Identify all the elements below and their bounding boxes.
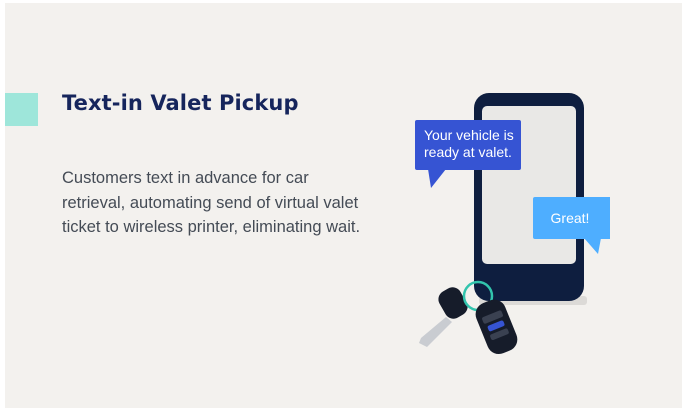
feature-description: Customers text in advance for car retrie… — [62, 169, 361, 236]
reply-message: Great! — [550, 210, 590, 226]
accent-bar — [5, 93, 38, 126]
feature-title: Text-in Valet Pickup — [62, 91, 299, 115]
valet-message: Your vehicle is ready at valet. — [424, 127, 514, 160]
